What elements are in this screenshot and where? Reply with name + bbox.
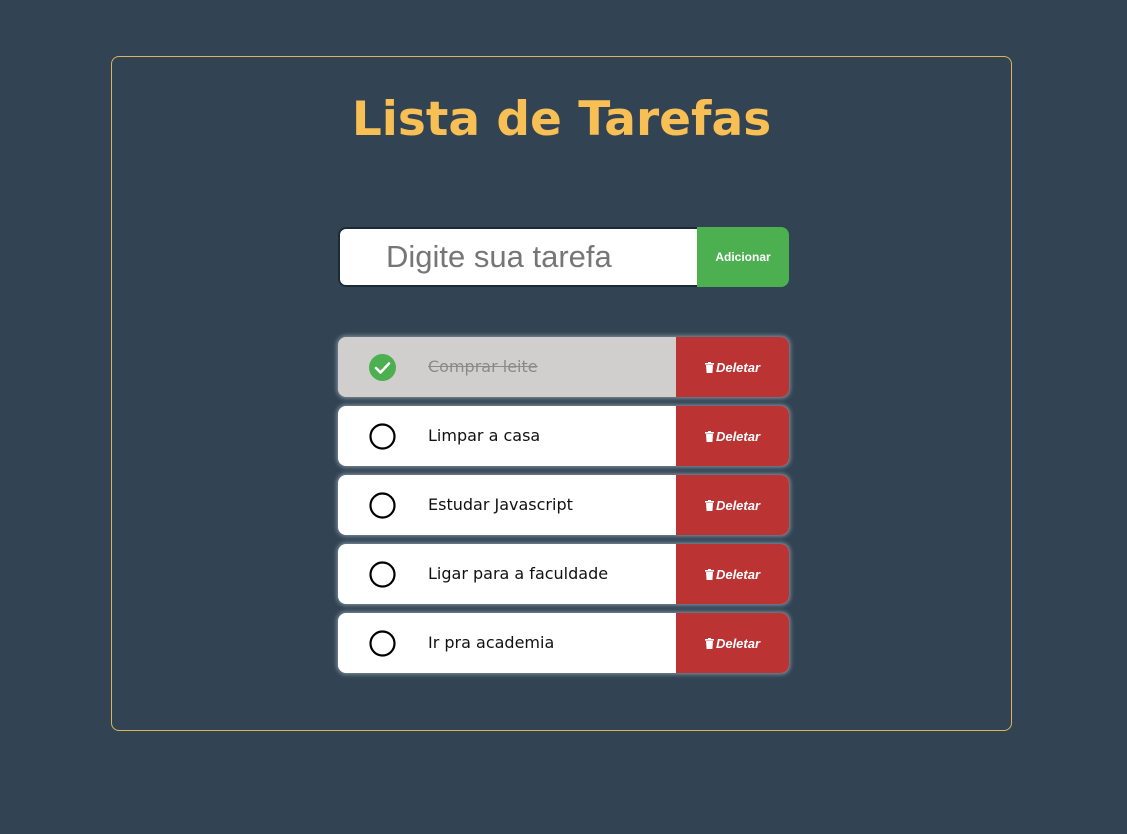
task-input[interactable] bbox=[338, 227, 698, 287]
task-item: Limpar a casa Deletar bbox=[338, 406, 789, 466]
delete-button[interactable]: Deletar bbox=[676, 544, 789, 604]
task-item: Comprar leite Deletar bbox=[338, 337, 789, 397]
trash-icon bbox=[704, 568, 714, 580]
trash-icon bbox=[704, 637, 714, 649]
delete-button[interactable]: Deletar bbox=[676, 406, 789, 466]
trash-icon bbox=[704, 430, 714, 442]
add-button[interactable]: Adicionar bbox=[697, 227, 789, 287]
trash-icon bbox=[704, 361, 714, 373]
delete-label: Deletar bbox=[715, 359, 761, 375]
delete-button[interactable]: Deletar bbox=[676, 337, 789, 397]
add-task-form: Adicionar bbox=[338, 227, 789, 287]
task-item: Estudar Javascript Deletar bbox=[338, 475, 789, 535]
empty-circle-icon[interactable] bbox=[369, 423, 396, 450]
task-text: Ligar para a faculdade bbox=[428, 564, 609, 583]
task-text: Comprar leite bbox=[428, 357, 538, 376]
delete-button[interactable]: Deletar bbox=[676, 613, 789, 673]
task-text: Estudar Javascript bbox=[428, 495, 573, 514]
trash-icon bbox=[704, 499, 714, 511]
empty-circle-icon[interactable] bbox=[369, 630, 396, 657]
delete-label: Deletar bbox=[715, 428, 761, 444]
delete-label: Deletar bbox=[715, 497, 761, 513]
task-item: Ligar para a faculdade Deletar bbox=[338, 544, 789, 604]
delete-label: Deletar bbox=[715, 635, 761, 651]
task-list: Comprar leite Deletar Limpar a casa Dele… bbox=[338, 337, 789, 682]
delete-button[interactable]: Deletar bbox=[676, 475, 789, 535]
check-circle-icon[interactable] bbox=[369, 354, 396, 381]
task-text: Ir pra academia bbox=[428, 633, 555, 652]
delete-label: Deletar bbox=[715, 566, 761, 582]
empty-circle-icon[interactable] bbox=[369, 492, 396, 519]
page-title: Lista de Tarefas bbox=[351, 92, 772, 147]
empty-circle-icon[interactable] bbox=[369, 561, 396, 588]
task-item: Ir pra academia Deletar bbox=[338, 613, 789, 673]
task-text: Limpar a casa bbox=[428, 426, 541, 445]
todo-container: Lista de Tarefas Adicionar Comprar leite… bbox=[111, 56, 1012, 731]
